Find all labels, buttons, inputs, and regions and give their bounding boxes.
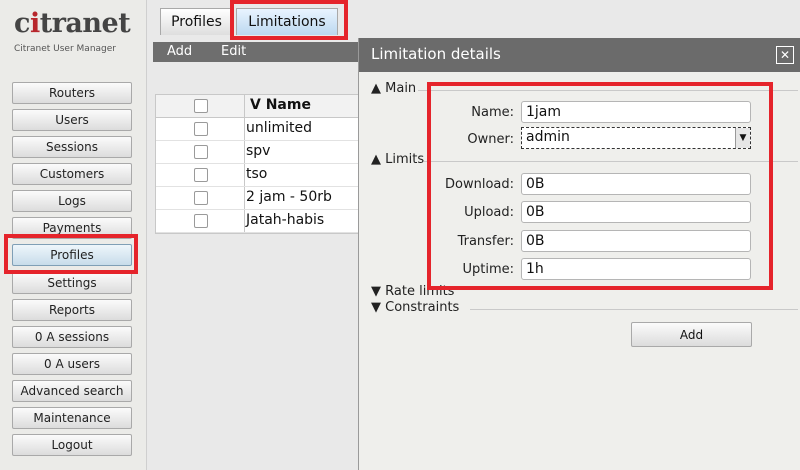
table-row[interactable]: 2 jam - 50rb: [156, 187, 361, 210]
app-logo: citranet: [14, 8, 131, 39]
sidebar-item-advanced-search[interactable]: Advanced search: [12, 380, 132, 402]
add-link[interactable]: Add: [167, 44, 192, 59]
row-name: 2 jam - 50rb: [246, 189, 332, 205]
column-divider: [244, 118, 245, 140]
transfer-label: Transfer:: [457, 234, 514, 249]
row-checkbox[interactable]: [194, 214, 208, 228]
section-rate-limits-toggle[interactable]: ▼ Rate limits: [371, 284, 454, 299]
row-checkbox[interactable]: [194, 191, 208, 205]
section-divider: [470, 309, 798, 310]
section-rate-limits-label: Rate limits: [385, 284, 455, 299]
owner-value: admin: [526, 129, 570, 145]
name-column-header[interactable]: V Name: [250, 97, 311, 113]
download-label: Download:: [445, 177, 514, 192]
uptime-label: Uptime:: [462, 262, 514, 277]
sidebar-item-payments[interactable]: Payments: [12, 217, 132, 239]
column-divider: [244, 210, 245, 232]
transfer-input[interactable]: [521, 230, 751, 252]
tab-profiles[interactable]: Profiles: [160, 8, 233, 35]
section-divider: [424, 161, 798, 162]
sidebar-item-sessions[interactable]: Sessions: [12, 136, 132, 158]
name-input[interactable]: [521, 101, 751, 123]
edit-link[interactable]: Edit: [221, 44, 246, 59]
sidebar-item-users[interactable]: Users: [12, 109, 132, 131]
table-row[interactable]: Jatah-habis: [156, 210, 361, 233]
uptime-input[interactable]: [521, 258, 751, 280]
row-name: Jatah-habis: [246, 212, 325, 228]
limitations-table: V Name unlimited spv tso 2 jam - 50rb Ja…: [155, 94, 362, 234]
sidebar-item-logs[interactable]: Logs: [12, 190, 132, 212]
sidebar-item-active-users[interactable]: 0 A users: [12, 353, 132, 375]
row-name: spv: [246, 143, 271, 159]
dialog-title: Limitation details: [371, 45, 501, 63]
sidebar-item-routers[interactable]: Routers: [12, 82, 132, 104]
table-row[interactable]: unlimited: [156, 118, 361, 141]
sidebar-item-maintenance[interactable]: Maintenance: [12, 407, 132, 429]
tab-limitations[interactable]: Limitations: [236, 8, 338, 35]
column-divider: [244, 164, 245, 186]
upload-label: Upload:: [464, 205, 514, 220]
row-checkbox[interactable]: [194, 168, 208, 182]
name-label: Name:: [471, 105, 514, 120]
owner-select[interactable]: admin ▼: [521, 127, 751, 149]
list-toolbar: Add Edit: [153, 42, 363, 62]
row-checkbox[interactable]: [194, 145, 208, 159]
section-constraints-toggle[interactable]: ▼ Constraints: [371, 300, 459, 315]
sidebar-item-reports[interactable]: Reports: [12, 299, 132, 321]
table-row[interactable]: spv: [156, 141, 361, 164]
section-limits-toggle[interactable]: ▲ Limits: [371, 152, 424, 167]
sidebar-item-settings[interactable]: Settings: [12, 272, 132, 294]
sidebar-item-profiles[interactable]: Profiles: [12, 244, 132, 266]
section-limits-label: Limits: [385, 152, 425, 167]
table-header: V Name: [156, 95, 361, 118]
row-checkbox[interactable]: [194, 122, 208, 136]
chevron-down-icon[interactable]: ▼: [735, 128, 750, 148]
row-name: tso: [246, 166, 268, 182]
app-subtitle: Citranet User Manager: [14, 44, 116, 54]
select-all-checkbox[interactable]: [194, 99, 208, 113]
column-divider: [244, 95, 245, 117]
row-name: unlimited: [246, 120, 313, 136]
section-divider: [418, 90, 798, 91]
column-divider: [244, 141, 245, 163]
sidebar-item-customers[interactable]: Customers: [12, 163, 132, 185]
close-icon[interactable]: ✕: [776, 46, 794, 64]
section-constraints-label: Constraints: [385, 300, 460, 315]
column-divider: [244, 187, 245, 209]
sidebar-item-logout[interactable]: Logout: [12, 434, 132, 456]
section-main-toggle[interactable]: ▲ Main: [371, 81, 416, 96]
upload-input[interactable]: [521, 201, 751, 223]
owner-label: Owner:: [467, 132, 514, 147]
sidebar-item-active-sessions[interactable]: 0 A sessions: [12, 326, 132, 348]
dialog-titlebar: Limitation details ✕: [359, 38, 800, 72]
sidebar: citranet Citranet User Manager Routers U…: [0, 0, 147, 470]
download-input[interactable]: [521, 173, 751, 195]
section-main-label: Main: [385, 81, 417, 96]
table-row[interactable]: tso: [156, 164, 361, 187]
add-button[interactable]: Add: [631, 322, 752, 347]
